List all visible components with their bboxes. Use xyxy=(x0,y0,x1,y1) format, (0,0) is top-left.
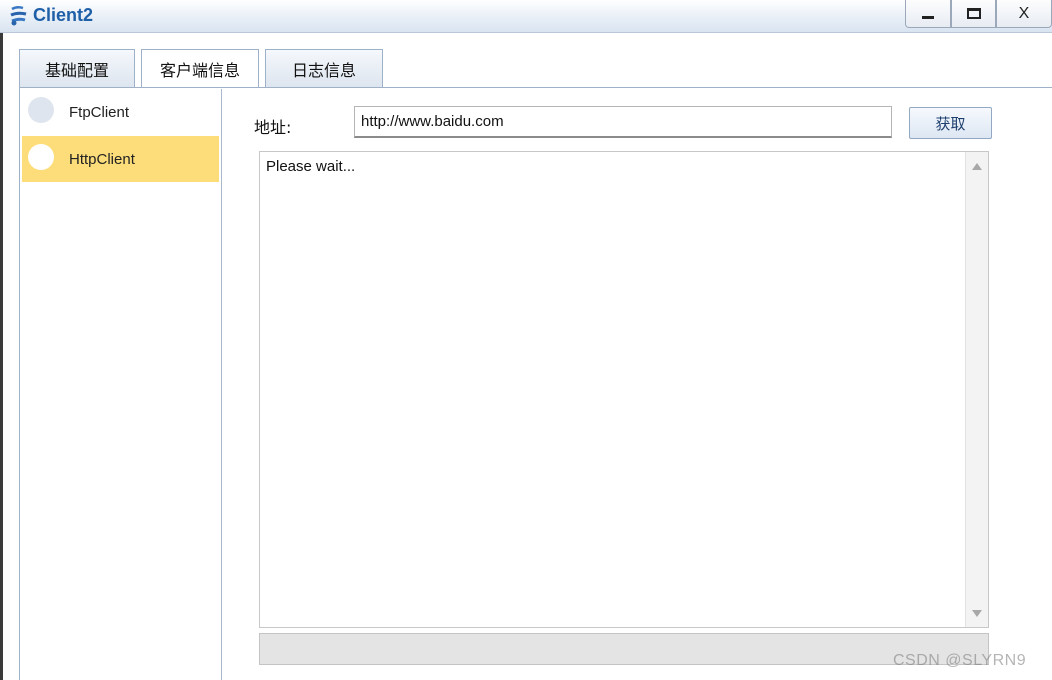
watermark: CSDN @SLYRN9 xyxy=(893,652,1027,669)
response-text: Please wait... xyxy=(266,158,356,175)
close-button[interactable]: X xyxy=(996,0,1052,28)
fetch-button[interactable]: 获取 xyxy=(909,107,992,139)
maximize-button[interactable] xyxy=(951,0,996,28)
minimize-button[interactable] xyxy=(905,0,951,28)
response-output[interactable]: Please wait... xyxy=(259,151,989,628)
tab-label: 基础配置 xyxy=(44,60,109,80)
tab-client-info[interactable]: 客户端信息 xyxy=(141,49,259,88)
maximize-icon xyxy=(966,8,981,19)
http-client-icon xyxy=(28,144,54,170)
ftp-client-icon xyxy=(28,97,54,123)
sidebar-item-httpclient[interactable]: HttpClient xyxy=(22,136,219,182)
scroll-down-icon[interactable] xyxy=(972,610,982,617)
fetch-button-label: 获取 xyxy=(935,114,966,133)
sidebar-item-label: HttpClient xyxy=(69,151,135,168)
window-left-edge xyxy=(0,32,3,680)
tab-log-info[interactable]: 日志信息 xyxy=(265,49,383,87)
status-bar xyxy=(259,633,989,665)
title-bar: Client2 X xyxy=(0,0,1052,33)
minimize-icon xyxy=(922,16,934,19)
tab-basic-config[interactable]: 基础配置 xyxy=(19,49,135,87)
output-scrollbar[interactable] xyxy=(965,152,988,627)
client-app-icon xyxy=(10,5,27,26)
tab-label: 日志信息 xyxy=(291,60,356,80)
sidebar-item-ftpclient[interactable]: FtpClient xyxy=(22,89,219,135)
close-icon: X xyxy=(1018,4,1030,22)
address-label: 地址: xyxy=(254,118,292,137)
sidebar-item-label: FtpClient xyxy=(69,104,130,121)
client-type-list: FtpClient HttpClient xyxy=(22,89,222,680)
window-title: Client2 xyxy=(33,5,94,25)
tab-label: 客户端信息 xyxy=(159,61,240,80)
address-input[interactable] xyxy=(354,106,892,138)
scroll-up-icon[interactable] xyxy=(972,163,982,170)
